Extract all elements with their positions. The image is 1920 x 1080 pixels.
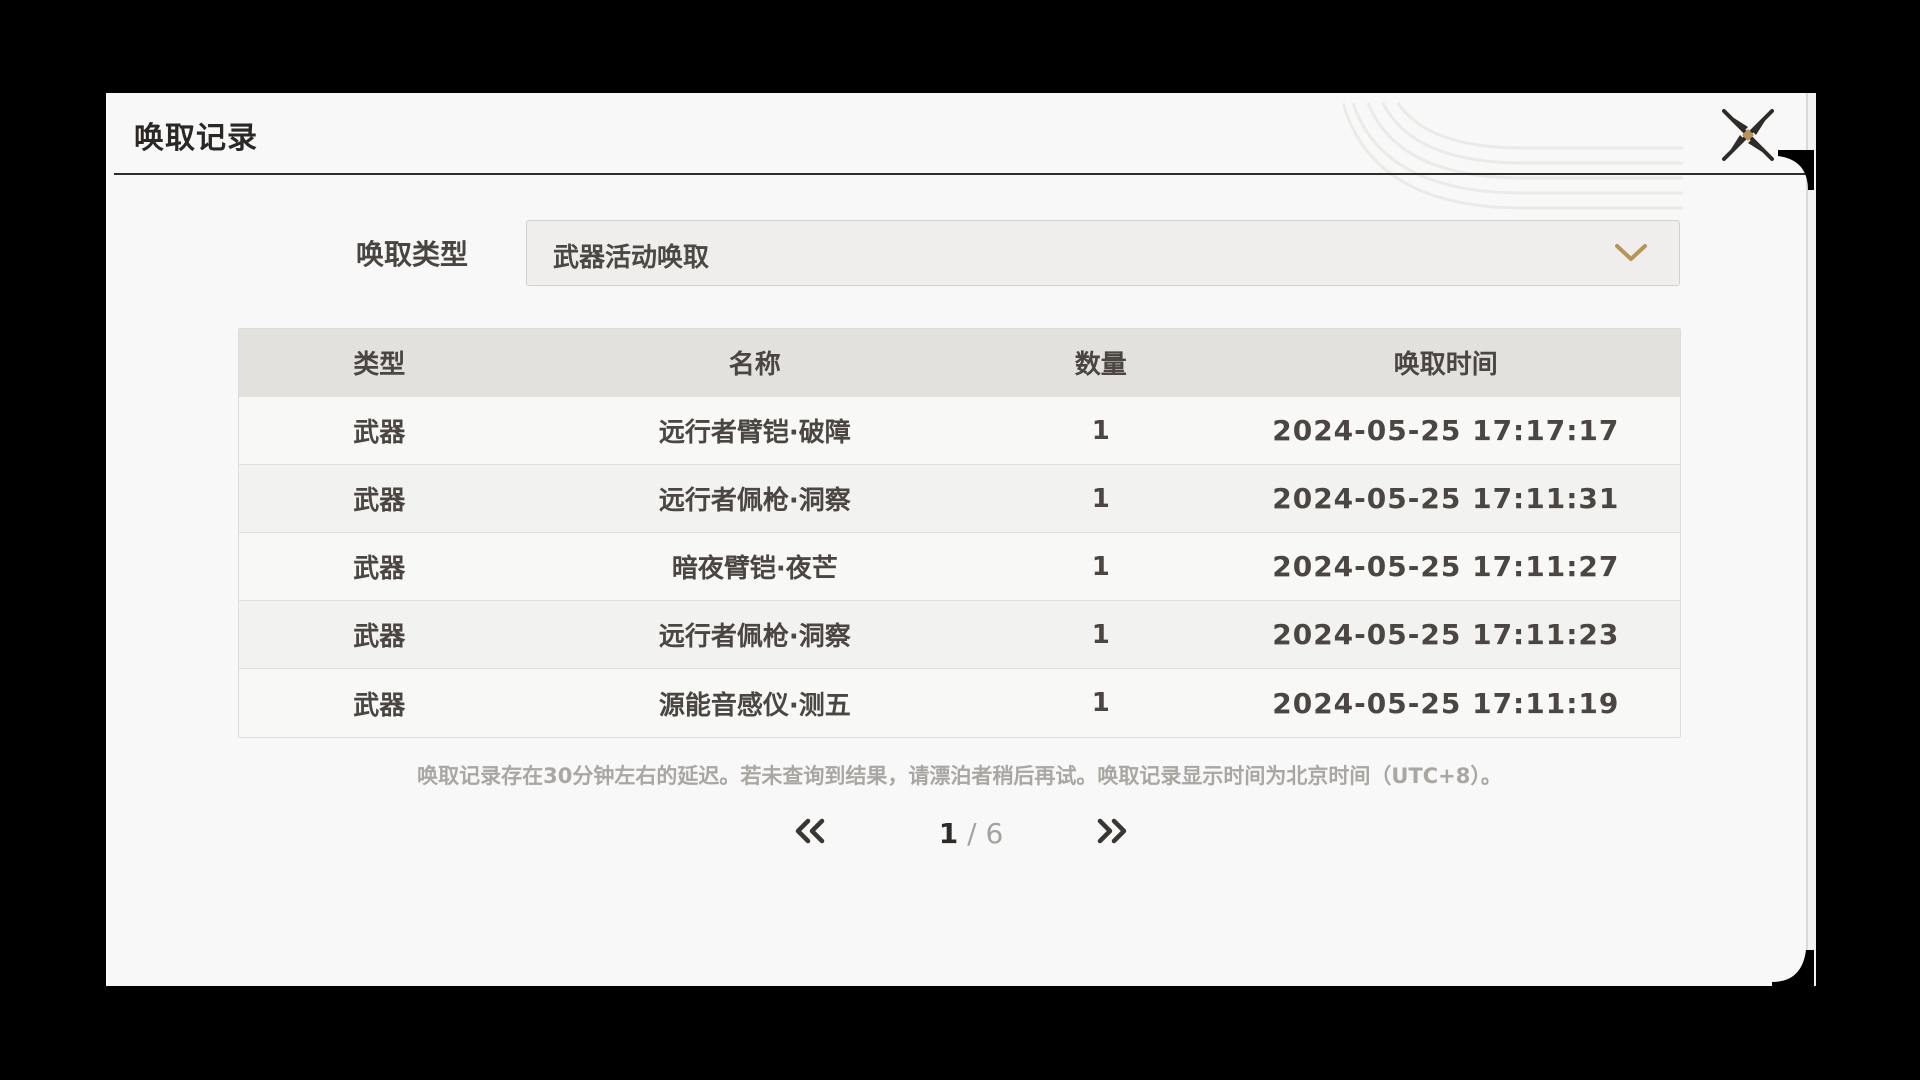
cell-name: 远行者佩枪·洞察 xyxy=(658,486,851,516)
cell-quantity: 1 xyxy=(1091,551,1110,582)
corner-trim-bottom xyxy=(1772,950,1814,988)
cell-quantity: 1 xyxy=(1091,619,1110,650)
cell-type: 武器 xyxy=(353,690,406,721)
next-page-button[interactable] xyxy=(1092,815,1132,847)
page-separator: / xyxy=(958,817,986,850)
cell-time: 2024-05-25 17:17:17 xyxy=(1272,414,1620,447)
cell-name: 远行者臂铠·破障 xyxy=(658,418,851,448)
total-pages: 6 xyxy=(985,817,1004,850)
cell-time: 2024-05-25 17:11:23 xyxy=(1272,618,1620,651)
close-x-icon xyxy=(1722,109,1774,161)
close-button[interactable] xyxy=(1720,107,1776,163)
cell-name: 远行者佩枪·洞察 xyxy=(658,622,851,652)
screen: 唤取记录 唤取类型 武器活动唤取 类型 名称 数量 唤取时间 武器 远行者臂铠·… xyxy=(0,0,1920,1080)
column-header-quantity: 数量 xyxy=(1074,350,1127,380)
cell-type: 武器 xyxy=(353,486,406,516)
table-row: 武器 远行者佩枪·洞察 1 2024-05-25 17:11:23 xyxy=(239,600,1680,668)
cell-quantity: 1 xyxy=(1091,483,1110,514)
table-row: 武器 暗夜臂铠·夜芒 1 2024-05-25 17:11:27 xyxy=(239,532,1680,600)
corner-trim-top xyxy=(1778,150,1814,190)
cell-type: 武器 xyxy=(353,622,406,652)
type-dropdown[interactable]: 武器活动唤取 xyxy=(526,220,1680,286)
column-header-time: 唤取时间 xyxy=(1393,350,1498,380)
cell-time: 2024-05-25 17:11:27 xyxy=(1272,550,1620,583)
column-header-type: 类型 xyxy=(353,350,406,380)
filter-label: 唤取类型 xyxy=(355,238,468,271)
current-page: 1 xyxy=(938,817,959,850)
cell-quantity: 1 xyxy=(1091,688,1110,718)
table-header-row: 类型 名称 数量 唤取时间 xyxy=(239,329,1680,396)
double-chevron-right-icon xyxy=(1097,818,1127,844)
table-row: 武器 远行者臂铠·破障 1 2024-05-25 17:17:17 xyxy=(239,396,1680,464)
convene-history-dialog: 唤取记录 唤取类型 武器活动唤取 类型 名称 数量 唤取时间 武器 远行者臂铠·… xyxy=(106,93,1813,986)
delay-notice: 唤取记录存在30分钟左右的延迟。若未查询到结果，请漂泊者稍后再试。唤取记录显示时… xyxy=(417,764,1502,788)
cell-type: 武器 xyxy=(353,418,406,448)
page-indicator: 1 / 6 xyxy=(896,817,1046,850)
chevron-down-icon xyxy=(1615,244,1647,261)
panel-edge-trim xyxy=(1806,93,1816,986)
cell-quantity: 1 xyxy=(1091,415,1110,446)
dialog-title: 唤取记录 xyxy=(134,121,258,156)
cell-time: 2024-05-25 17:11:31 xyxy=(1272,482,1620,515)
header-divider xyxy=(114,173,1813,175)
cell-type: 武器 xyxy=(353,554,406,584)
cell-name: 暗夜臂铠·夜芒 xyxy=(671,554,838,584)
double-chevron-left-icon xyxy=(795,818,825,844)
table-row: 武器 源能音感仪·测五 1 2024-05-25 17:11:19 xyxy=(239,668,1680,737)
previous-page-button[interactable] xyxy=(790,815,830,847)
cell-time: 2024-05-25 17:11:19 xyxy=(1272,686,1620,720)
dropdown-selected-value: 武器活动唤取 xyxy=(553,243,710,273)
table-row: 武器 远行者佩枪·洞察 1 2024-05-25 17:11:31 xyxy=(239,464,1680,532)
cell-name: 源能音感仪·测五 xyxy=(658,690,851,721)
records-table: 类型 名称 数量 唤取时间 武器 远行者臂铠·破障 1 2024-05-25 1… xyxy=(238,328,1681,738)
column-header-name: 名称 xyxy=(728,350,781,380)
